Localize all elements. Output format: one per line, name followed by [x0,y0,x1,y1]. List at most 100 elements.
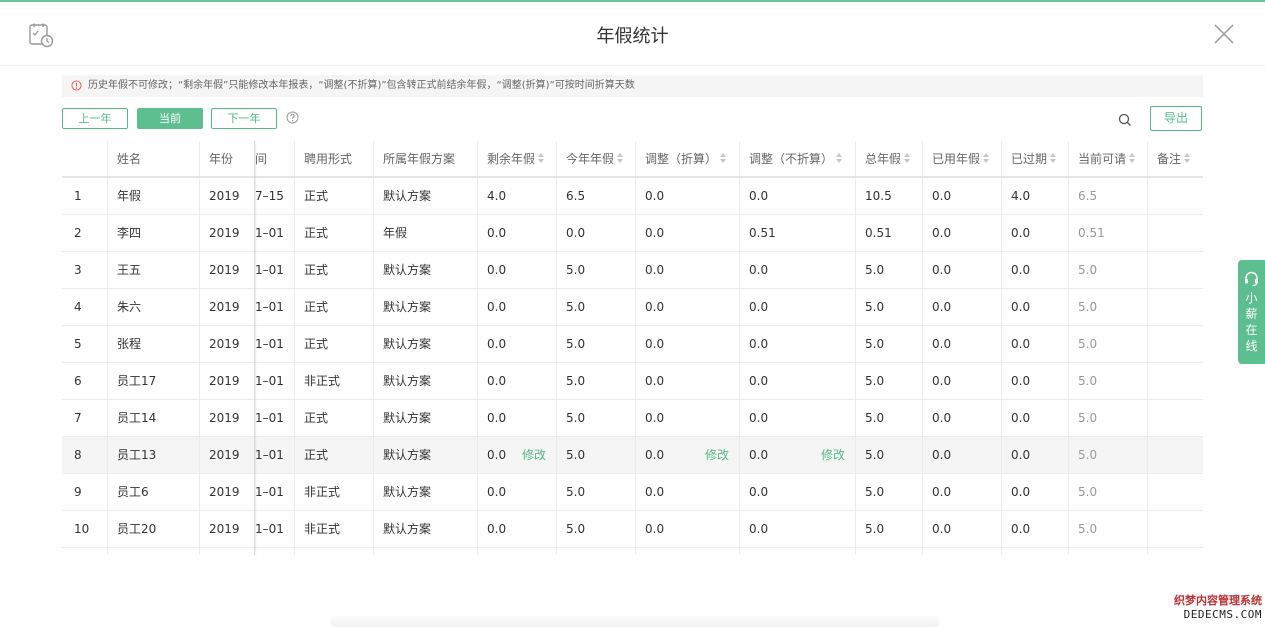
edit-adjust-prorated-link[interactable]: 修改 [705,437,729,473]
column-header-index [62,141,107,176]
cell-leave-plan: 默认方案 [373,178,477,214]
cell-name: 员工14 [107,400,199,436]
cell-year: 2019 [199,400,254,436]
cell-date: 1–01 [254,511,294,547]
cell-index: 5 [74,337,82,351]
column-header-label: 已过期 [1011,152,1048,166]
cell-used-leave: 0.0 [922,400,1001,436]
table-row[interactable]: 4 朱六 2019 1–01 正式 默认方案 0.0 5.0 0.0 0.0 5.0 0.0 0.0 5.… [62,289,1203,326]
help-circle-icon[interactable] [286,111,299,124]
watermark-line2: DEDECMS.COM [1183,608,1262,621]
cell-leave-plan: 默认方案 [373,437,477,473]
cell-available-now: 5.0 [1068,511,1147,547]
cell-adjust-not-prorated: 0.0 [739,178,855,214]
cell-remaining-leave: 0.0 [477,363,556,399]
search-icon[interactable] [1118,113,1132,127]
support-tab-char: 小 [1245,291,1258,305]
cell-name: 员工6 [107,474,199,510]
sort-icon[interactable] [1129,153,1136,164]
cell-expired: 0.0 [1001,437,1068,473]
column-header-label: 今年年假 [566,152,615,166]
table-row[interactable]: 1 年假 2019 7–15 正式 默认方案 4.0 6.5 0.0 0.0 10.5 0.0 4.0 6… [62,178,1203,215]
cell-expired: 0.0 [1001,363,1068,399]
support-side-tab[interactable]: 小薪在线 [1238,260,1265,364]
cell-this-year-leave: 0.0 [556,215,635,251]
dialog-title: 年假统计 [596,26,669,47]
table-row[interactable]: 10 员工20 2019 1–01 非正式 默认方案 0.0 5.0 0.0 0.0 5.0 0.0 0… [62,511,1203,548]
cell-remarks [1147,437,1203,473]
cell-partial [635,548,739,555]
column-header-name: 姓名 [107,141,199,176]
cell-year: 2019 [199,252,254,288]
cell-index: 4 [74,300,82,314]
prev-year-button[interactable]: 上一年 [62,108,128,129]
table-row[interactable]: 9 员工6 2019 1–01 非正式 默认方案 0.0 5.0 0.0 0.0 5.0 0.0 0.0… [62,474,1203,511]
current-year-button[interactable]: 当前 [137,108,203,129]
sort-icon[interactable] [836,153,843,164]
sort-icon[interactable] [1184,153,1191,164]
cell-adjust-not-prorated: 0.0 [739,326,855,362]
cell-adjust-prorated: 0.0 [635,178,739,214]
cell-this-year-leave: 5.0 [556,511,635,547]
cell-partial [556,548,635,555]
dialog-header: 年假统计 [0,2,1265,66]
sort-icon[interactable] [904,153,911,164]
cell-partial [107,548,199,555]
cell-partial [254,548,294,555]
close-icon[interactable] [1212,22,1236,46]
cell-leave-plan: 默认方案 [373,363,477,399]
cell-index: 9 [74,485,82,499]
column-header-remaining-leave[interactable]: 剩余年假 [477,141,556,176]
column-header-available-now[interactable]: 当前可请 [1068,141,1147,176]
cell-this-year-leave: 5.0 [556,326,635,362]
headset-icon [1245,271,1258,287]
column-header-total-leave[interactable]: 总年假 [855,141,922,176]
sort-icon[interactable] [538,153,545,164]
table-row[interactable]: 3 王五 2019 1–01 正式 默认方案 0.0 5.0 0.0 0.0 5.0 0.0 0.0 5.… [62,252,1203,289]
column-header-adjust-not-prorated[interactable]: 调整（不折算） [739,141,855,176]
cell-date: 1–01 [254,474,294,510]
table-row[interactable]: 7 员工14 2019 1–01 正式 默认方案 0.0 5.0 0.0 0.0 5.0 0.0 0.0… [62,400,1203,437]
sort-icon[interactable] [617,153,624,164]
cell-expired: 0.0 [1001,400,1068,436]
next-year-button[interactable]: 下一年 [211,108,277,129]
cell-adjust-prorated: 0.0 [635,474,739,510]
export-button[interactable]: 导出 [1150,106,1202,131]
column-header-leave-plan: 所属年假方案 [373,141,477,176]
cell-available-now: 5.0 [1068,289,1147,325]
cell-used-leave: 0.0 [922,178,1001,214]
column-header-label: 总年假 [865,152,902,166]
cell-remarks [1147,363,1203,399]
column-header-label: 年份 [209,152,234,166]
table-row[interactable]: 6 员工17 2019 1–01 非正式 默认方案 0.0 5.0 0.0 0.0 5.0 0.0 0.… [62,363,1203,400]
cell-partial [294,548,373,555]
column-header-adjust-prorated[interactable]: 调整（折算） [635,141,739,176]
cell-leave-plan: 默认方案 [373,511,477,547]
cell-index: 6 [74,374,82,388]
table-row[interactable]: 8 员工13 2019 1–01 正式 默认方案 0.0 5.0 0.0 0.0 5.0 0.0 0.0… [62,437,1203,474]
cell-name: 王五 [107,252,199,288]
sort-icon[interactable] [983,153,990,164]
column-header-remarks[interactable]: 备注 [1147,141,1203,176]
cell-expired: 0.0 [1001,289,1068,325]
column-header-label: 姓名 [117,152,142,166]
sort-icon[interactable] [1050,153,1057,164]
cell-adjust-not-prorated: 0.0 [739,400,855,436]
table-row-partial [62,548,1203,555]
cell-employment-type: 正式 [294,400,373,436]
bottom-shadow [330,614,940,627]
column-header-label: 所属年假方案 [383,152,456,166]
sort-icon[interactable] [720,153,727,164]
cell-remaining-leave: 4.0 [477,178,556,214]
cell-index: 8 [74,448,82,462]
column-header-expired[interactable]: 已过期 [1001,141,1068,176]
cell-year: 2019 [199,437,254,473]
table-row[interactable]: 2 李四 2019 1–01 正式 年假 0.0 0.0 0.0 0.51 0.51 0.0 0.0 0.… [62,215,1203,252]
cell-adjust-prorated: 0.0 [635,252,739,288]
column-header-this-year-leave[interactable]: 今年年假 [556,141,635,176]
table-row[interactable]: 5 张程 2019 1–01 正式 默认方案 0.0 5.0 0.0 0.0 5.0 0.0 0.0 5.… [62,326,1203,363]
edit-remaining-leave-link[interactable]: 修改 [522,437,546,473]
cell-employment-type: 非正式 [294,363,373,399]
column-header-used-leave[interactable]: 已用年假 [922,141,1001,176]
edit-adjust-not-prorated-link[interactable]: 修改 [821,437,845,473]
